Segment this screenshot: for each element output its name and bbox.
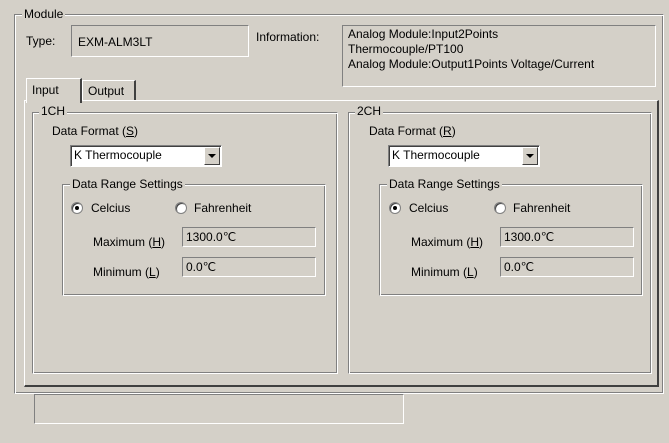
ch1-maximum-label: Maximum (H) [93,235,166,249]
ch1-celsius-radio[interactable] [71,202,83,214]
ch2-maximum-value: 1300.0℃ [500,227,634,247]
status-bar [34,394,404,424]
type-value: EXM-ALM3LT [71,25,249,57]
ch1-data-format-select[interactable]: K Thermocouple [70,145,222,167]
ch1-fahrenheit-label[interactable]: Fahrenheit [194,201,251,215]
ch2-data-format-label: Data Format (R) [369,124,456,138]
ch1-minimum-value: 0.0℃ [182,257,316,277]
ch2-data-format-select[interactable]: K Thermocouple [388,145,540,167]
information-label: Information: [256,30,320,44]
tab-output[interactable]: Output [82,80,136,100]
ch1-minimum-label: Minimum (L) [93,265,160,279]
ch2-maximum-label: Maximum (H) [411,235,484,249]
ch2-range-group-label: Data Range Settings [387,177,502,191]
information-box: Analog Module:Input2Points Thermocouple/… [342,25,656,87]
ch2-fahrenheit-radio[interactable] [494,202,506,214]
chevron-down-icon[interactable] [204,147,220,165]
ch1-range-group-label: Data Range Settings [70,177,185,191]
type-label: Type: [26,34,56,48]
ch2-minimum-label: Minimum (L) [411,265,478,279]
ch1-maximum-value: 1300.0℃ [182,227,316,247]
ch2-minimum-value: 0.0℃ [500,257,634,277]
ch2-celsius-radio[interactable] [389,202,401,214]
module-group-label: Module [22,7,66,21]
tab-output-label: Output [88,84,125,98]
information-line-2: Thermocouple/PT100 [348,42,464,56]
ch2-fahrenheit-label[interactable]: Fahrenheit [513,201,570,215]
active-tab-connector [27,100,80,102]
ch1-data-format-label: Data Format (S) [52,124,139,138]
ch2-data-format-value: K Thermocouple [392,148,480,162]
ch2-celsius-label[interactable]: Celcius [409,201,448,215]
ch1-group-label: 1CH [39,104,68,118]
ch1-celsius-label[interactable]: Celcius [91,201,130,215]
ch1-data-format-value: K Thermocouple [74,148,162,162]
chevron-down-icon[interactable] [522,147,538,165]
information-line-1: Analog Module:Input2Points [348,27,499,41]
information-line-3: Analog Module:Output1Points Voltage/Curr… [348,57,595,71]
ch2-group-label: 2CH [355,104,384,118]
ch1-fahrenheit-radio[interactable] [175,202,187,214]
tab-input-label: Input [32,83,59,97]
